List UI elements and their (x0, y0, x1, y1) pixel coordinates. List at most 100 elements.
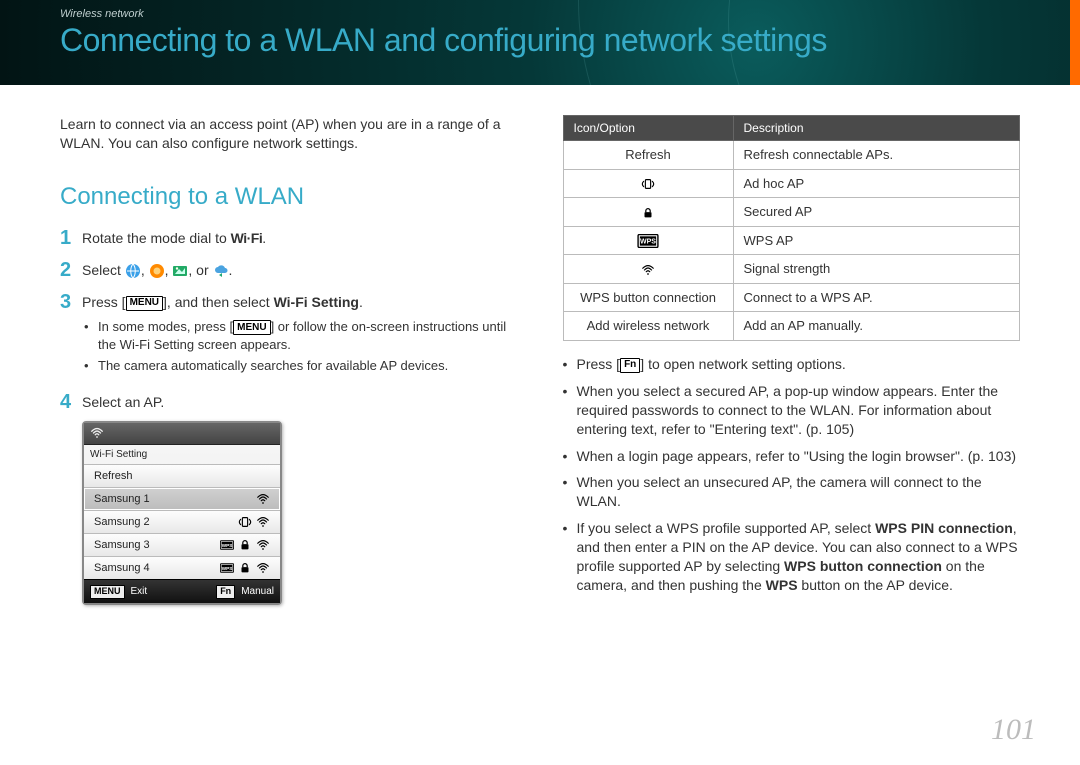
adhoc-icon (238, 515, 252, 529)
cloud-sync-icon (213, 263, 229, 279)
breadcrumb: Wireless network (60, 8, 1080, 20)
table-row: Secured AP (563, 198, 1020, 227)
b2: When you select a secured AP, a pop-up w… (577, 382, 1021, 439)
device-screenshot: Wi-Fi Setting Refresh Samsung 1 Samsung … (82, 421, 282, 606)
wifi-label: Wi·Fi (231, 230, 263, 246)
device-manual: Manual (241, 585, 274, 599)
step-3-c: Wi-Fi Setting (274, 294, 359, 310)
step-2: 2 Select , , , or . (60, 259, 518, 281)
bullet-2: •When you select a secured AP, a pop-up … (563, 382, 1021, 439)
fn-key (620, 358, 640, 373)
bullet-1: •Press [] to open network setting option… (563, 355, 1021, 374)
table-row: WPS button connectionConnect to a WPS AP… (563, 283, 1020, 312)
globe-icon (125, 263, 141, 279)
step-4-body: Select an AP. (82, 391, 518, 413)
gallery-icon (172, 263, 188, 279)
device-top-bar (84, 423, 280, 445)
b4: When you select an unsecured AP, the cam… (577, 473, 1021, 511)
signal-icon (256, 492, 270, 506)
table-row: WPSWPS AP (563, 226, 1020, 255)
opt-adhoc (563, 169, 733, 198)
b1b: ] to open network setting options. (640, 356, 845, 372)
b5g: button on the AP device. (798, 577, 953, 593)
step-1-body: Rotate the mode dial to Wi·Fi. (82, 227, 518, 249)
table-header-row: Icon/Option Description (563, 116, 1020, 141)
device-row-samsung2: Samsung 2 (84, 510, 280, 533)
desc-adhoc: Ad hoc AP (733, 169, 1020, 198)
intro-text: Learn to connect via an access point (AP… (60, 115, 518, 153)
device-bottom-bar: Exit Manual (84, 579, 280, 603)
lock-icon (641, 206, 655, 220)
b5b: WPS PIN connection (875, 520, 1013, 536)
wps-icon: WPS (220, 561, 234, 575)
table-row: Add wireless networkAdd an AP manually. (563, 312, 1020, 341)
menu-key-1 (126, 296, 163, 311)
step-2-body: Select , , , or . (82, 259, 518, 281)
side-tab (1070, 0, 1080, 85)
opt-secured (563, 198, 733, 227)
dev-r0: Refresh (94, 469, 133, 484)
desc-add: Add an AP manually. (733, 312, 1020, 341)
desc-signal: Signal strength (733, 255, 1020, 284)
b3: When a login page appears, refer to "Usi… (577, 447, 1017, 466)
table-row: Signal strength (563, 255, 1020, 284)
bullet-3: •When a login page appears, refer to "Us… (563, 447, 1021, 466)
opt-signal (563, 255, 733, 284)
menu-key-device (90, 585, 125, 599)
s3s1a: In some modes, press [ (98, 319, 233, 334)
step-3: 3 Press [], and then select Wi-Fi Settin… (60, 291, 518, 381)
signal-icon (256, 515, 270, 529)
signal-icon (256, 538, 270, 552)
desc-wpsbtn: Connect to a WPS AP. (733, 283, 1020, 312)
table-h2: Description (733, 116, 1020, 141)
step-number-3: 3 (60, 291, 82, 381)
orange-app-icon (149, 263, 165, 279)
svg-text:WPS: WPS (640, 239, 656, 246)
right-column: Icon/Option Description RefreshRefresh c… (563, 115, 1021, 605)
opt-add: Add wireless network (563, 312, 733, 341)
step-2-or: , or (188, 262, 212, 278)
right-bullets: •Press [] to open network setting option… (563, 355, 1021, 595)
desc-secured: Secured AP (733, 198, 1020, 227)
options-table: Icon/Option Description RefreshRefresh c… (563, 115, 1021, 341)
step-1-text-a: Rotate the mode dial to (82, 230, 231, 246)
signal-icon (641, 263, 655, 277)
device-row-refresh: Refresh (84, 464, 280, 487)
dev-r1: Samsung 1 (94, 492, 150, 507)
b5d: WPS button connection (784, 558, 942, 574)
desc-refresh: Refresh connectable APs. (733, 141, 1020, 170)
step-3-body: Press [], and then select Wi-Fi Setting.… (82, 291, 518, 381)
step-2-text-a: Select (82, 262, 125, 278)
device-exit: Exit (131, 585, 148, 599)
signal-icon (256, 561, 270, 575)
section-title: Connecting to a WLAN (60, 181, 518, 213)
adhoc-icon (641, 177, 655, 191)
wps-icon: WPS (637, 234, 659, 248)
dev-r3: Samsung 3 (94, 538, 150, 553)
device-row-samsung3: Samsung 3 WPS (84, 533, 280, 556)
step-number-2: 2 (60, 259, 82, 281)
wps-icon: WPS (220, 538, 234, 552)
opt-wpsbtn: WPS button connection (563, 283, 733, 312)
page-banner: Wireless network Connecting to a WLAN an… (0, 0, 1080, 85)
bullet-4: •When you select an unsecured AP, the ca… (563, 473, 1021, 511)
table-row: Ad hoc AP (563, 169, 1020, 198)
svg-text:WPS: WPS (222, 543, 233, 548)
menu-key-2 (233, 320, 270, 335)
step-1: 1 Rotate the mode dial to Wi·Fi. (60, 227, 518, 249)
opt-refresh: Refresh (563, 141, 733, 170)
step-number-4: 4 (60, 391, 82, 413)
step-3-sublist: •In some modes, press [] or follow the o… (82, 318, 518, 375)
step-number-1: 1 (60, 227, 82, 249)
left-column: Learn to connect via an access point (AP… (60, 115, 518, 605)
device-row-samsung4: Samsung 4 WPS (84, 556, 280, 579)
device-row-samsung1: Samsung 1 (84, 487, 280, 510)
b5a: If you select a WPS profile supported AP… (577, 520, 876, 536)
table-row: RefreshRefresh connectable APs. (563, 141, 1020, 170)
opt-wps: WPS (563, 226, 733, 255)
b1a: Press [ (577, 356, 621, 372)
device-title: Wi-Fi Setting (84, 445, 280, 465)
dev-r4: Samsung 4 (94, 561, 150, 576)
step-3-a: Press [ (82, 294, 126, 310)
page-number: 101 (991, 713, 1036, 747)
